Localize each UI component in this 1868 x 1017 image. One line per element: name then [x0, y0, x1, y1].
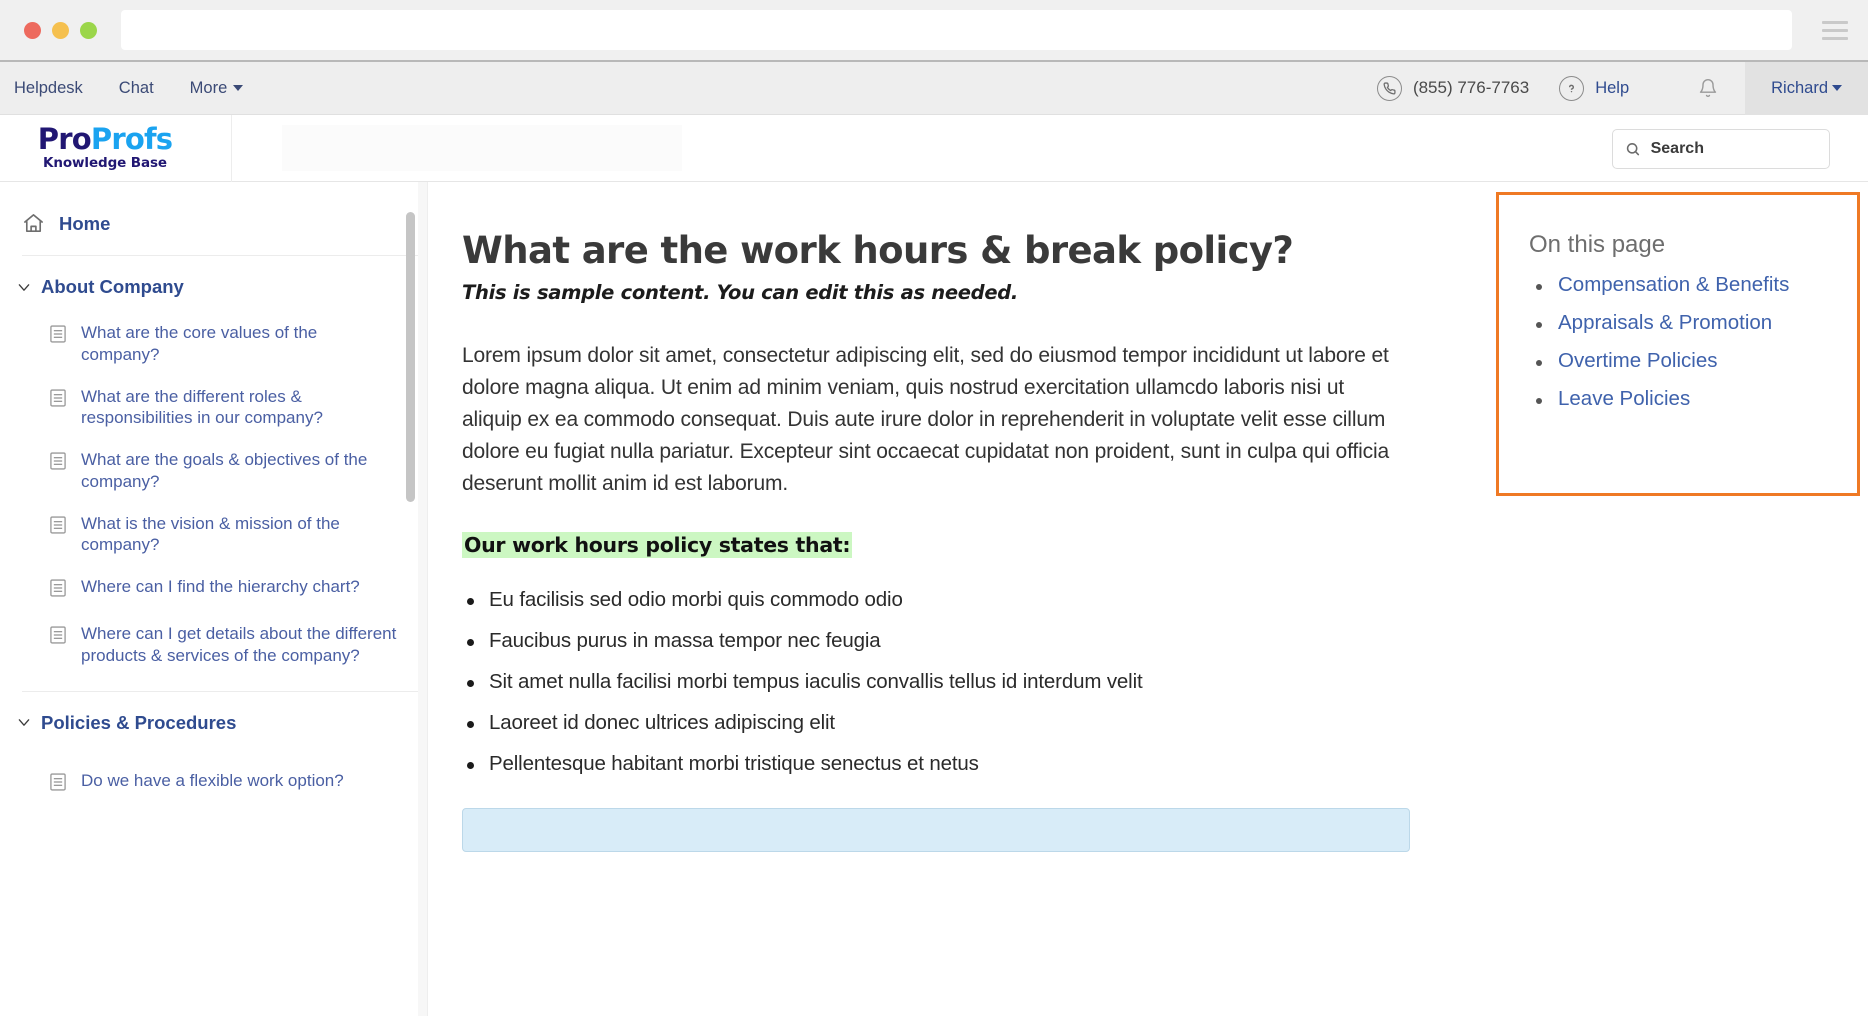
phone-number-group[interactable]: (855) 776-7763: [1376, 75, 1530, 101]
sidebar-article-label: What are the different roles & responsib…: [81, 386, 323, 428]
address-bar[interactable]: [121, 10, 1792, 50]
top-nav-links: Helpdesk Chat More: [0, 62, 261, 114]
document-icon: [48, 451, 68, 476]
sidebar-scrollbar-track[interactable]: [418, 182, 427, 1016]
logo-profs-text: Profs: [90, 122, 173, 156]
minimize-window-button[interactable]: [52, 21, 69, 39]
on-this-page-list: Compensation & Benefits Appraisals & Pro…: [1529, 273, 1827, 411]
sidebar-section-policies-procedures[interactable]: Policies & Procedures: [0, 692, 427, 748]
sidebar-home-label: Home: [59, 212, 111, 234]
user-menu-button[interactable]: Richard: [1745, 61, 1868, 115]
help-group[interactable]: Help: [1559, 75, 1630, 101]
list-item: Faucibus purus in massa tempor nec feugi…: [462, 629, 1407, 653]
document-icon: [48, 578, 68, 603]
user-name-label: Richard: [1771, 78, 1828, 97]
list-item: Sit amet nulla facilisi morbi tempus iac…: [462, 670, 1407, 694]
browser-chrome: [0, 0, 1868, 62]
toc-link-appraisals-promotion[interactable]: Appraisals & Promotion: [1558, 311, 1772, 334]
article-content: What are the work hours & break policy? …: [428, 182, 1488, 1016]
sidebar-article-link[interactable]: Do we have a flexible work option?: [0, 748, 427, 807]
nav-item-helpdesk[interactable]: Helpdesk: [0, 62, 101, 115]
document-icon: [48, 772, 68, 797]
sidebar-article-link[interactable]: What are the core values of the company?: [0, 312, 427, 376]
toc-link-leave-policies[interactable]: Leave Policies: [1558, 387, 1690, 410]
chevron-down-icon: [16, 715, 32, 731]
chevron-down-icon: [1832, 85, 1842, 91]
info-callout-box: [462, 808, 1410, 853]
close-window-button[interactable]: [24, 21, 41, 39]
document-icon: [48, 388, 68, 413]
sidebar-article-link[interactable]: Where can I find the hierarchy chart?: [0, 566, 427, 613]
sidebar-inner: Home About Company What are the core val…: [0, 182, 427, 807]
browser-menu-icon[interactable]: [1812, 0, 1858, 61]
chevron-down-icon: [233, 85, 244, 92]
question-mark-icon: [1559, 75, 1585, 101]
list-item: Leave Policies: [1529, 387, 1827, 411]
brand-bar: ProProfs Knowledge Base: [0, 114, 1868, 182]
document-icon: [48, 625, 68, 650]
list-item: Compensation & Benefits: [1529, 273, 1827, 297]
help-label: Help: [1595, 78, 1630, 97]
sidebar-article-link[interactable]: Where can I get details about the differ…: [0, 613, 427, 677]
sidebar-article-label: What is the vision & mission of the comp…: [81, 513, 340, 555]
article-inner: What are the work hours & break policy? …: [462, 229, 1410, 853]
nav-item-more[interactable]: More: [172, 62, 262, 115]
sidebar-article-label: Do we have a flexible work option?: [81, 770, 344, 790]
article-paragraph: Lorem ipsum dolor sit amet, consectetur …: [462, 343, 1389, 496]
logo-pro-text: Pro: [37, 122, 92, 156]
policy-bullet-list: Eu facilisis sed odio morbi quis commodo…: [462, 588, 1407, 776]
page-subtitle: This is sample content. You can edit thi…: [462, 280, 1019, 304]
list-item: Appraisals & Promotion: [1529, 311, 1827, 335]
search-box[interactable]: [1612, 129, 1830, 169]
logo-subtitle: Knowledge Base: [43, 155, 167, 171]
search-input[interactable]: [1650, 140, 1817, 158]
sidebar-article-label: Where can I find the hierarchy chart?: [81, 577, 360, 596]
sidebar-section-about-company[interactable]: About Company: [0, 256, 427, 312]
phone-icon: [1376, 75, 1402, 101]
notifications-button[interactable]: [1685, 62, 1731, 115]
sidebar-scrollbar-thumb[interactable]: [406, 212, 415, 502]
sidebar-article-label: Where can I get details about the differ…: [81, 624, 397, 665]
toc-link-overtime-policies[interactable]: Overtime Policies: [1558, 349, 1718, 372]
maximize-window-button[interactable]: [80, 21, 97, 39]
bell-icon: [1699, 79, 1717, 98]
page-title: What are the work hours & break policy?: [462, 229, 1294, 272]
proprofs-logo[interactable]: ProProfs Knowledge Base: [15, 125, 195, 172]
logo-wordmark: ProProfs: [15, 125, 195, 154]
brand-band: [282, 125, 682, 171]
list-item: Eu facilisis sed odio morbi quis commodo…: [462, 588, 1407, 612]
sidebar-section-label: About Company: [41, 276, 184, 297]
document-icon: [48, 324, 68, 349]
sidebar-article-link[interactable]: What are the goals & objectives of the c…: [0, 439, 427, 503]
sidebar-section-label: Policies & Procedures: [41, 711, 237, 733]
sidebar-article-label: What are the goals & objectives of the c…: [81, 450, 368, 491]
section-heading-highlighted: Our work hours policy states that:: [462, 532, 853, 559]
sidebar-article-link[interactable]: What is the vision & mission of the comp…: [0, 503, 427, 567]
sidebar-article-label: What are the core values of the company?: [81, 323, 318, 364]
on-this-page-wrapper: On this page Compensation & Benefits App…: [1488, 182, 1868, 1016]
home-icon: [24, 214, 43, 232]
sidebar-article-link[interactable]: What are the different roles & responsib…: [0, 376, 427, 440]
toc-link-compensation-benefits[interactable]: Compensation & Benefits: [1558, 273, 1789, 296]
sidebar-item-home[interactable]: Home: [0, 198, 427, 255]
document-icon: [48, 515, 68, 540]
on-this-page-title: On this page: [1529, 231, 1666, 258]
phone-number-label: (855) 776-7763: [1412, 78, 1530, 97]
chevron-down-icon: [16, 279, 32, 295]
window-traffic-lights: [24, 21, 97, 39]
top-navigation-bar: Helpdesk Chat More (855) 776-7763 Help R…: [0, 61, 1868, 115]
top-nav-actions: (855) 776-7763 Help Richard: [1376, 61, 1868, 115]
list-item: Laoreet id donec ultrices adipiscing eli…: [462, 711, 1407, 735]
list-item: Overtime Policies: [1529, 349, 1827, 373]
brand-divider: [231, 114, 232, 182]
sidebar-navigation: Home About Company What are the core val…: [0, 182, 428, 1016]
nav-item-more-label: More: [189, 78, 228, 97]
list-item: Pellentesque habitant morbi tristique se…: [462, 752, 1407, 776]
on-this-page-panel: On this page Compensation & Benefits App…: [1496, 192, 1860, 496]
nav-item-chat[interactable]: Chat: [101, 62, 172, 115]
search-icon: [1626, 143, 1640, 156]
page-body: Home About Company What are the core val…: [0, 182, 1868, 1016]
